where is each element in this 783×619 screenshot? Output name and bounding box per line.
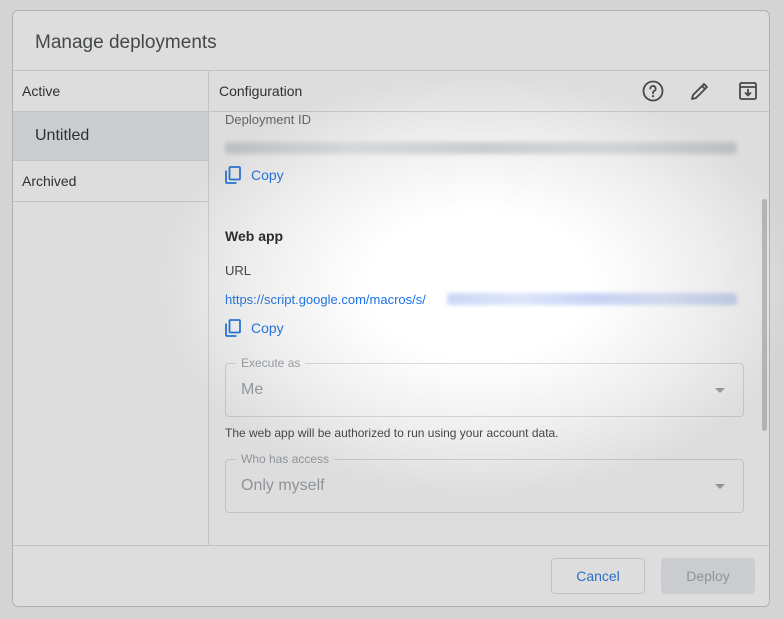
copy-icon	[225, 319, 241, 337]
deploy-button[interactable]: Deploy	[661, 558, 755, 594]
copy-deployment-id-button[interactable]: Copy	[225, 166, 284, 184]
archive-icon[interactable]	[736, 79, 760, 103]
deployment-id-value	[225, 142, 737, 154]
copy-label: Copy	[251, 320, 284, 336]
deployments-sidebar: Active Untitled Archived	[13, 71, 209, 546]
dialog-title: Manage deployments	[35, 32, 217, 53]
copy-icon	[225, 166, 241, 184]
execute-as-value: Me	[241, 381, 264, 398]
copy-url-button[interactable]: Copy	[225, 319, 284, 337]
archived-section[interactable]: Archived	[13, 161, 208, 202]
dialog-footer: Cancel Deploy	[13, 545, 769, 606]
cancel-button[interactable]: Cancel	[551, 558, 645, 594]
configuration-header: Configuration	[209, 71, 769, 112]
web-app-title: Web app	[225, 228, 284, 244]
who-has-access-legend: Who has access	[236, 452, 335, 466]
configuration-scroll-area[interactable]: Deployment ID Copy Web app URL https://s…	[209, 112, 769, 546]
edit-pencil-icon[interactable]	[688, 79, 712, 103]
execute-as-helper-text: The web app will be authorized to run us…	[225, 426, 559, 440]
execute-as-select[interactable]: Execute as Me	[225, 356, 744, 417]
configuration-panel: Configuration Deployment ID Copy Web app…	[209, 71, 769, 546]
deployment-id-label: Deployment ID	[225, 112, 311, 127]
manage-deployments-dialog: Manage deployments Active Untitled Archi…	[12, 10, 770, 607]
sidebar-item-untitled[interactable]: Untitled	[13, 112, 208, 161]
active-section-header: Active	[13, 71, 208, 112]
who-has-access-select[interactable]: Who has access Only myself	[225, 452, 744, 513]
web-app-url-link[interactable]: https://script.google.com/macros/s/	[225, 292, 426, 307]
dropdown-arrow-icon	[715, 388, 725, 393]
configuration-title: Configuration	[219, 83, 303, 99]
web-app-url-blurred	[447, 293, 737, 305]
url-label: URL	[225, 263, 252, 278]
help-icon[interactable]	[641, 79, 665, 103]
copy-label: Copy	[251, 167, 284, 183]
who-has-access-value: Only myself	[241, 477, 325, 494]
dropdown-arrow-icon	[715, 484, 725, 489]
execute-as-legend: Execute as	[236, 356, 306, 370]
vertical-scrollbar[interactable]	[762, 199, 767, 431]
